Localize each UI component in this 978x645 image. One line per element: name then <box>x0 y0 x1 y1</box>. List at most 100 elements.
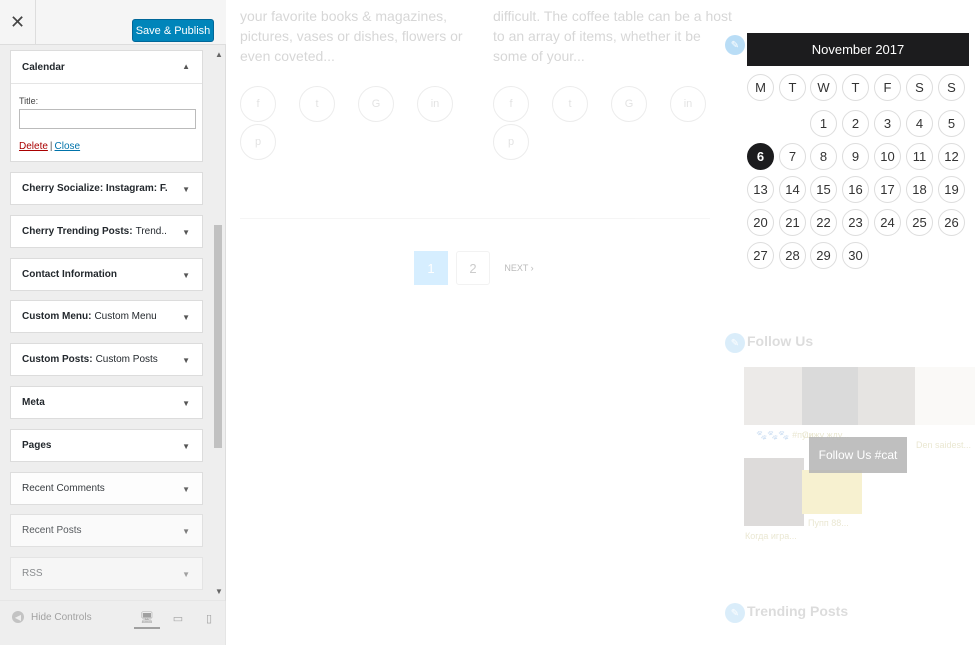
expand-arrow-icon[interactable]: ▼ <box>182 185 190 194</box>
calendar-day[interactable]: 8 <box>810 143 837 170</box>
instagram-caption: Пупп 88... <box>808 518 849 528</box>
expand-arrow-icon[interactable]: ▼ <box>182 228 190 237</box>
calendar-day[interactable]: 12 <box>938 143 965 170</box>
hide-controls-label: Hide Controls <box>31 611 92 623</box>
calendar-widget-header[interactable]: Calendar ▲ <box>11 51 202 84</box>
calendar-day[interactable]: 3 <box>874 110 901 137</box>
close-link[interactable]: Close <box>55 141 81 152</box>
instagram-photo[interactable] <box>802 367 862 425</box>
calendar-day[interactable]: 1 <box>810 110 837 137</box>
excerpt-line: even coveted... <box>240 48 335 64</box>
expand-arrow-icon[interactable]: ▼ <box>182 399 190 408</box>
calendar-day[interactable]: 26 <box>938 209 965 236</box>
linkedin-icon[interactable]: in <box>670 86 706 122</box>
hide-controls-button[interactable]: ◀ Hide Controls <box>12 611 92 623</box>
instagram-photo[interactable] <box>802 470 862 514</box>
collapse-arrow-icon[interactable]: ▲ <box>182 62 190 71</box>
twitter-icon[interactable]: t <box>299 86 335 122</box>
calendar-day[interactable]: 25 <box>906 209 933 236</box>
excerpt-line: your favorite books & magazines, <box>240 8 447 24</box>
panel-scrollbar[interactable] <box>214 225 222 448</box>
calendar-day-today[interactable]: 6 <box>747 143 774 170</box>
calendar-day[interactable]: 29 <box>810 242 837 269</box>
calendar-day[interactable]: 5 <box>938 110 965 137</box>
linkedin-icon[interactable]: in <box>417 86 453 122</box>
instagram-photo[interactable] <box>744 367 804 425</box>
calendar-day[interactable]: 15 <box>810 176 837 203</box>
calendar-day[interactable]: 27 <box>747 242 774 269</box>
title-input[interactable] <box>19 109 196 129</box>
google-plus-icon[interactable]: G <box>611 86 647 122</box>
widget-rss[interactable]: RSS ▼ <box>10 557 203 590</box>
save-publish-button[interactable]: Save & Publish <box>132 19 214 42</box>
calendar-day[interactable]: 30 <box>842 242 869 269</box>
widget-subtitle: Custom Posts <box>95 354 158 365</box>
edit-shortcut-icon[interactable]: ✎ <box>725 35 745 55</box>
expand-arrow-icon[interactable]: ▼ <box>182 356 190 365</box>
calendar-day[interactable]: 21 <box>779 209 806 236</box>
expand-arrow-icon[interactable]: ▼ <box>182 570 190 579</box>
calendar-day[interactable]: 28 <box>779 242 806 269</box>
instagram-photo[interactable] <box>915 367 975 425</box>
widget-custom-menu[interactable]: Custom Menu: Custom Menu ▼ <box>10 300 203 333</box>
edit-shortcut-icon[interactable]: ✎ <box>725 333 745 353</box>
weekday-header: S <box>906 74 933 101</box>
calendar-day[interactable]: 20 <box>747 209 774 236</box>
widget-pages[interactable]: Pages ▼ <box>10 429 203 462</box>
calendar-day[interactable]: 17 <box>874 176 901 203</box>
calendar-day[interactable]: 19 <box>938 176 965 203</box>
calendar-day[interactable]: 24 <box>874 209 901 236</box>
edit-shortcut-icon[interactable]: ✎ <box>725 603 745 623</box>
page-1-button[interactable]: 1 <box>414 251 448 285</box>
facebook-icon[interactable]: f <box>493 86 529 122</box>
expand-arrow-icon[interactable]: ▼ <box>182 442 190 451</box>
calendar-day[interactable]: 14 <box>779 176 806 203</box>
calendar-day[interactable]: 7 <box>779 143 806 170</box>
calendar-day[interactable]: 9 <box>842 143 869 170</box>
instagram-photo[interactable] <box>858 367 918 425</box>
tablet-preview-icon[interactable]: ▭ <box>165 607 191 629</box>
widget-trending-posts[interactable]: Cherry Trending Posts: Trend... ▼ <box>10 215 203 248</box>
calendar-day[interactable]: 16 <box>842 176 869 203</box>
instagram-photo[interactable] <box>744 458 804 526</box>
widget-title: RSS <box>22 568 43 579</box>
twitter-icon[interactable]: t <box>552 86 588 122</box>
widget-recent-posts[interactable]: Recent Posts ▼ <box>10 514 203 547</box>
follow-us-button[interactable]: Follow Us #cat <box>809 437 907 473</box>
widget-custom-posts[interactable]: Custom Posts: Custom Posts ▼ <box>10 343 203 376</box>
widget-subtitle: Custom Menu <box>94 311 157 322</box>
expand-arrow-icon[interactable]: ▼ <box>182 313 190 322</box>
calendar-day[interactable]: 4 <box>906 110 933 137</box>
calendar-day[interactable]: 22 <box>810 209 837 236</box>
expand-arrow-icon[interactable]: ▼ <box>182 271 190 280</box>
calendar-day[interactable]: 18 <box>906 176 933 203</box>
widget-title: Custom Posts: <box>22 354 93 365</box>
calendar-day[interactable]: 10 <box>874 143 901 170</box>
widget-contact-information[interactable]: Contact Information ▼ <box>10 258 203 291</box>
pinterest-icon[interactable]: p <box>493 124 529 160</box>
calendar-day[interactable]: 23 <box>842 209 869 236</box>
widget-title: Contact Information <box>22 269 117 280</box>
desktop-preview-icon[interactable]: 🖥 <box>134 607 160 629</box>
scroll-down-arrow-icon[interactable]: ▼ <box>215 587 223 596</box>
google-plus-icon[interactable]: G <box>358 86 394 122</box>
calendar-day[interactable]: 11 <box>906 143 933 170</box>
expand-arrow-icon[interactable]: ▼ <box>182 485 190 494</box>
widget-meta[interactable]: Meta ▼ <box>10 386 203 419</box>
scroll-up-arrow-icon[interactable]: ▲ <box>215 50 223 59</box>
close-icon[interactable]: ✕ <box>0 0 36 45</box>
expand-arrow-icon[interactable]: ▼ <box>182 527 190 536</box>
page-2-button[interactable]: 2 <box>456 251 490 285</box>
widget-instagram[interactable]: Cherry Socialize: Instagram: F... ▼ <box>10 172 203 205</box>
next-page-link[interactable]: NEXT › <box>498 251 540 285</box>
calendar-day[interactable]: 13 <box>747 176 774 203</box>
excerpt-line: to an array of items, whether it be <box>493 28 701 44</box>
pinterest-icon[interactable]: p <box>240 124 276 160</box>
facebook-icon[interactable]: f <box>240 86 276 122</box>
calendar-day[interactable]: 2 <box>842 110 869 137</box>
mobile-preview-icon[interactable]: ▯ <box>196 607 222 629</box>
weekday-header: T <box>779 74 806 101</box>
widget-recent-comments[interactable]: Recent Comments ▼ <box>10 472 203 505</box>
widget-title: Recent Comments <box>22 483 105 494</box>
delete-link[interactable]: Delete <box>19 141 48 152</box>
